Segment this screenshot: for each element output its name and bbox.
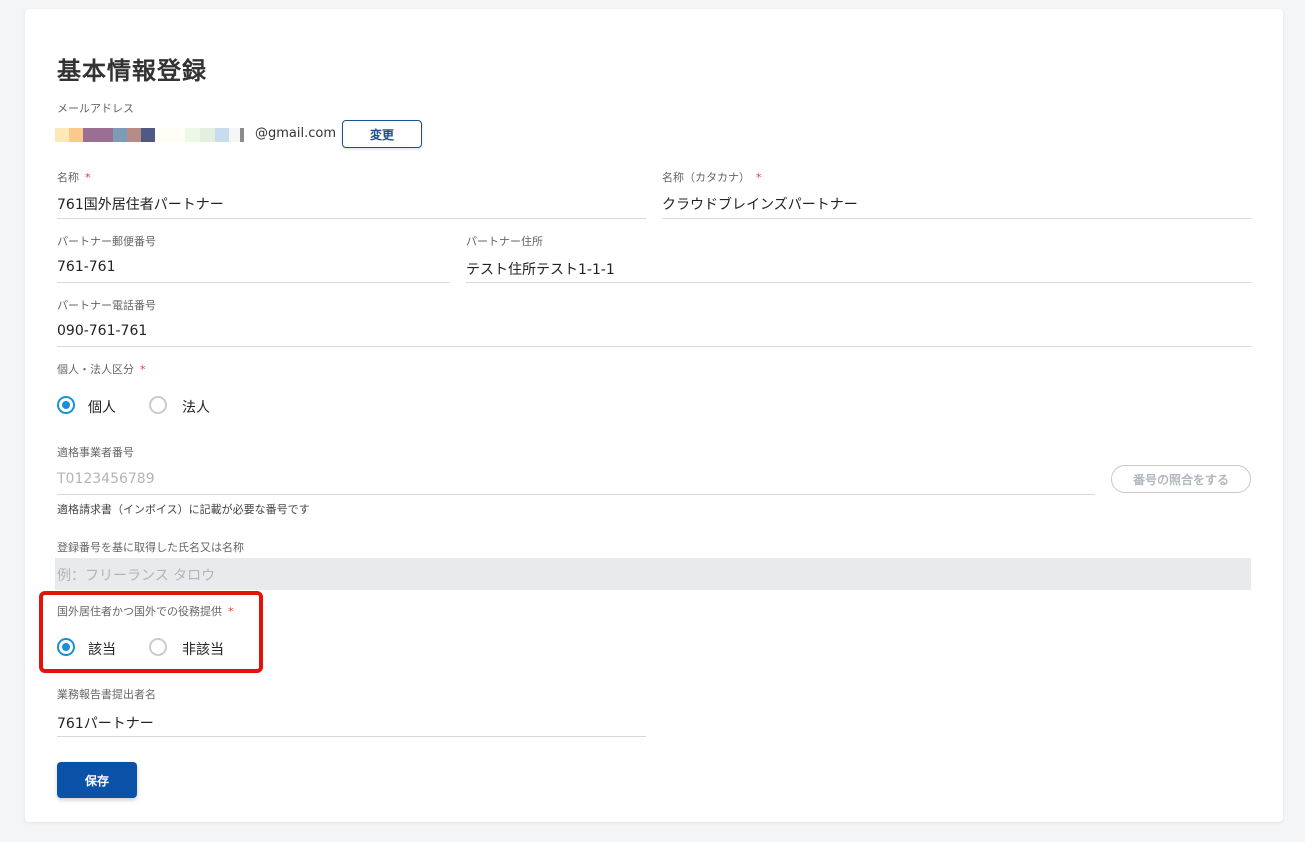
phone-field[interactable]: 090-761-761 [57,323,147,339]
save-button[interactable]: 保存 [57,762,137,798]
address-field-underline [466,282,1251,283]
report-submitter-field[interactable]: 761パートナー [57,713,154,733]
highlight-annotation-box [39,591,263,673]
entity-type-label: 個人・法人区分 * [57,363,146,376]
radio-individual-label[interactable]: 個人 [88,397,116,417]
name-kana-field-underline [662,218,1251,219]
phone-label: パートナー電話番号 [57,299,156,312]
phone-field-underline [57,346,1251,347]
radio-corporation[interactable] [149,396,167,414]
invoice-number-help: 適格請求書（インボイス）に記載が必要な番号です [57,503,310,516]
postal-field[interactable]: 761-761 [57,259,116,275]
page-title: 基本情報登録 [57,57,207,85]
name-field-underline [57,218,646,219]
name-kana-label: 名称（カタカナ） * [662,171,762,184]
report-submitter-underline [57,736,646,737]
change-email-button[interactable]: 変更 [342,120,422,148]
radio-corporation-label[interactable]: 法人 [182,397,210,417]
verify-number-button[interactable]: 番号の照合をする [1111,465,1251,493]
invoice-number-underline [57,494,1095,495]
name-field[interactable]: 761国外居住者パートナー [57,194,224,214]
radio-individual[interactable] [57,396,75,414]
invoice-number-label: 適格事業者番号 [57,446,134,459]
invoice-number-input[interactable]: T0123456789 [57,471,155,487]
address-label: パートナー住所 [466,235,543,248]
registered-name-placeholder: 例：フリーランス タロウ [57,568,216,584]
required-mark: * [140,363,146,376]
required-mark: * [85,171,91,184]
registered-name-field: 例：フリーランス タロウ [55,558,1251,590]
name-kana-field[interactable]: クラウドブレインズパートナー [662,194,858,214]
basic-info-form-card: 基本情報登録 メールアドレス @gmail.com 変更 名称 * 761国外居住… [25,9,1283,822]
email-redacted-mosaic [55,128,244,142]
name-label: 名称 * [57,171,91,184]
email-label: メールアドレス [57,102,134,115]
postal-field-underline [57,282,450,283]
registered-name-label: 登録番号を基に取得した氏名又は名称 [57,541,244,554]
postal-label: パートナー郵便番号 [57,235,156,248]
email-domain-text: @gmail.com [255,126,337,141]
report-submitter-label: 業務報告書提出者名 [57,688,156,701]
address-field[interactable]: テスト住所テスト1-1-1 [466,259,615,279]
required-mark: * [756,171,762,184]
